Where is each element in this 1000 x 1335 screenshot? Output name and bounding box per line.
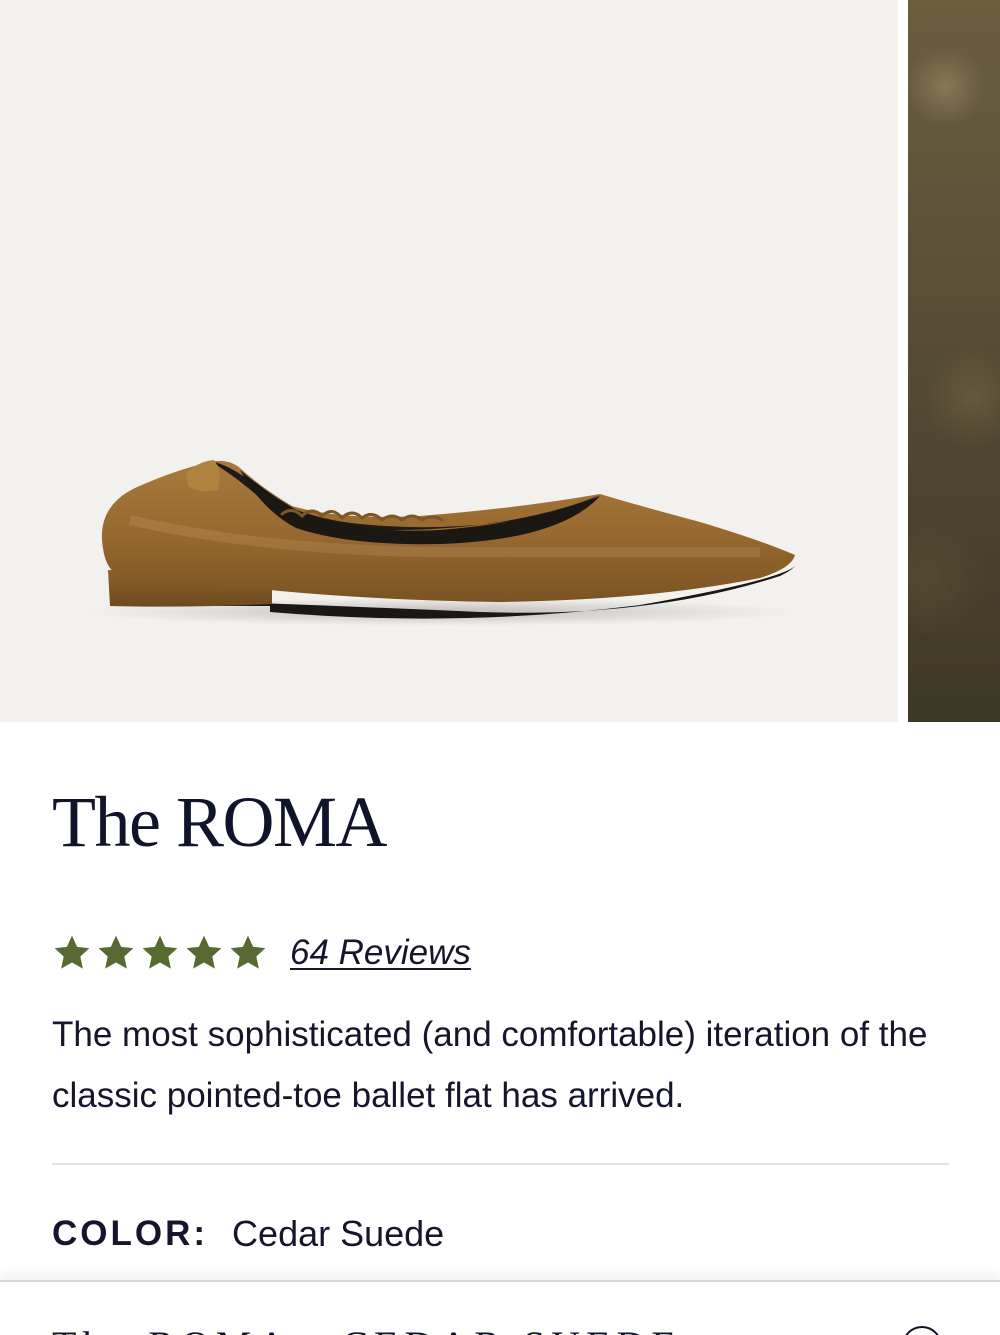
star-icon bbox=[186, 935, 222, 969]
star-icon bbox=[230, 935, 266, 969]
chevron-circle-icon[interactable] bbox=[902, 1326, 942, 1335]
star-icon bbox=[142, 935, 178, 969]
product-description: The most sophisticated (and comfortable)… bbox=[52, 1015, 928, 1115]
divider bbox=[52, 1163, 949, 1165]
color-value: Cedar Suede bbox=[232, 1213, 445, 1254]
product-image-next[interactable] bbox=[908, 0, 1000, 722]
rating-row: 64 Reviews bbox=[52, 928, 471, 978]
shoe-image bbox=[80, 460, 800, 626]
product-image-main[interactable] bbox=[0, 0, 898, 722]
sticky-add-to-bag-bar[interactable]: The ROMA - CEDAR SUEDE bbox=[0, 1280, 1000, 1335]
product-image-gallery[interactable] bbox=[0, 0, 1000, 722]
product-title: The ROMA bbox=[52, 782, 387, 862]
color-selector: COLOR: Cedar Suede bbox=[52, 1207, 444, 1261]
star-icon bbox=[98, 935, 134, 969]
color-label: COLOR: bbox=[52, 1214, 209, 1253]
rating-stars bbox=[52, 933, 272, 973]
sticky-product-title: The ROMA - CEDAR SUEDE bbox=[52, 1322, 682, 1335]
reviews-link[interactable]: 64 Reviews bbox=[290, 933, 471, 973]
star-icon bbox=[54, 935, 90, 969]
